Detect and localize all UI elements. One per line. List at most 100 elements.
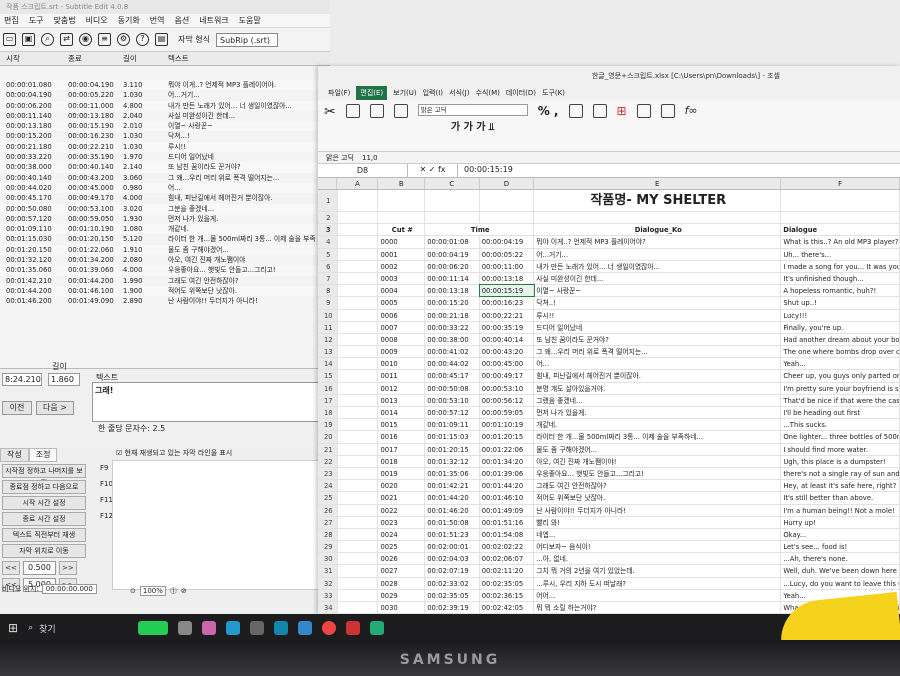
cut-number[interactable]: 0024	[378, 528, 426, 541]
time-end[interactable]: 00:00:40:14	[480, 333, 535, 346]
row-number[interactable]: 14	[318, 358, 338, 370]
excel-tab[interactable]: 데이터(D)	[506, 86, 536, 100]
header-dialogue-en[interactable]: Dialogue	[781, 224, 900, 236]
subtitle-row[interactable]: 00:00:50.080 00:00:53.100 3.020 그분을 좋겠네...	[0, 203, 330, 214]
cell[interactable]	[338, 370, 379, 382]
cell[interactable]	[338, 577, 379, 589]
cut-number[interactable]: 0025	[378, 541, 426, 553]
time-end[interactable]: 00:00:15:19	[478, 284, 536, 298]
dialogue-ko[interactable]: 그랬음 좋겠네...	[534, 394, 782, 406]
subtitle-row[interactable]: 00:00:11.140 00:00:13.180 2.040 사실 미완성이긴 한데…	[0, 111, 330, 121]
row-number[interactable]: 25	[318, 492, 338, 504]
dialogue-ko[interactable]: 물도 좀 구해야겠어...	[534, 443, 782, 455]
cell[interactable]	[338, 455, 379, 467]
header-dialogue-ko[interactable]: Dialogue_Ko	[534, 224, 782, 236]
time-end[interactable]: 00:00:04:19	[480, 236, 535, 248]
time-end[interactable]: 00:00:13:18	[480, 272, 535, 285]
format-select[interactable]: SubRip (.srt)	[215, 32, 278, 47]
filter-group[interactable]	[660, 104, 675, 147]
dialogue-en[interactable]: It's still better than above.	[781, 492, 900, 504]
cell[interactable]	[425, 212, 480, 224]
dialogue-ko[interactable]: ...아, 없네.	[534, 553, 782, 565]
time-start[interactable]: 00:01:35:06	[425, 467, 480, 480]
font-size-display[interactable]: 11,0	[362, 152, 378, 163]
dialogue-ko[interactable]: ...루시, 우리 지하 도시 떠날래?	[534, 577, 782, 589]
row-number[interactable]: 29	[318, 541, 338, 553]
cell[interactable]	[338, 248, 379, 260]
next-button[interactable]: 다음 >	[36, 401, 74, 415]
time-end[interactable]: 00:00:22:21	[480, 309, 535, 321]
row-number[interactable]: 16	[318, 382, 338, 394]
cut-number[interactable]: 0002	[378, 260, 426, 272]
dialogue-ko[interactable]: 루시!!	[534, 309, 782, 321]
excel-tab[interactable]: 입력(I)	[423, 86, 443, 100]
cut-number[interactable]: 0026	[378, 553, 426, 565]
time-end[interactable]: 00:00:45:00	[480, 358, 535, 370]
time-end[interactable]: 00:02:36:15	[480, 589, 535, 601]
time-start[interactable]: 00:00:04:19	[425, 248, 480, 260]
dialogue-ko[interactable]: 어...	[534, 358, 782, 370]
dialogue-ko[interactable]: 이열~ 사랑꾼~	[534, 285, 782, 297]
row-number[interactable]: 33	[318, 589, 338, 601]
cell[interactable]	[338, 321, 379, 333]
excel-tab[interactable]: 서식(J)	[449, 86, 469, 100]
row-number[interactable]: 15	[318, 370, 338, 382]
dialogue-en[interactable]: It's unfinished though...	[781, 272, 900, 285]
cut-number[interactable]: 0018	[378, 455, 426, 467]
step-forward-small-button[interactable]: >>	[58, 561, 77, 575]
dialogue-ko[interactable]: 어어...	[534, 589, 782, 601]
menu-item[interactable]: 동기화	[118, 14, 140, 27]
dialogue-en[interactable]: I'll be heading out first	[781, 407, 900, 419]
col-d[interactable]: D	[480, 178, 535, 189]
dialogue-ko[interactable]: 또 남친 꿈이라도 꾼거야?	[534, 333, 782, 346]
time-start[interactable]: 00:00:41:02	[425, 346, 480, 358]
cell[interactable]	[338, 553, 379, 565]
corner-cell[interactable]	[318, 178, 338, 189]
time-start[interactable]: 00:00:21:18	[425, 309, 480, 321]
subtitle-text-input[interactable]: 그래!	[92, 382, 328, 422]
cell[interactable]	[338, 285, 379, 297]
dialogue-en[interactable]: Shut up..!	[781, 297, 900, 309]
duration-input[interactable]: 1.860	[48, 373, 80, 386]
dialogue-ko[interactable]: 먼저 나가 있을게.	[534, 407, 782, 419]
row-number[interactable]: 34	[318, 602, 338, 614]
dialogue-en[interactable]: Ugh, this place is a dumpster!	[781, 455, 900, 467]
cell[interactable]	[338, 309, 379, 321]
cell[interactable]	[480, 212, 535, 224]
cell[interactable]	[338, 419, 379, 431]
cut-number[interactable]: 0019	[378, 467, 426, 480]
spreadsheet-icon[interactable]	[370, 621, 385, 635]
dialogue-en[interactable]: Finally, you're up.	[781, 321, 900, 333]
time-start[interactable]: 00:02:39:19	[425, 602, 480, 614]
paste-group[interactable]	[369, 104, 384, 147]
time-end[interactable]: 00:01:34:20	[480, 455, 535, 467]
row-number[interactable]: 32	[318, 577, 338, 589]
col-a[interactable]: A	[337, 178, 379, 189]
menu-item[interactable]: 네트워크	[199, 14, 228, 27]
taskbar-search[interactable]: ⌕ 찾기	[28, 622, 128, 635]
dialogue-ko[interactable]: 어...거기...	[534, 248, 782, 260]
dialogue-en[interactable]: Hey, at least it's safe here, right?	[781, 480, 900, 492]
font-style-icons[interactable]: 가 가 가 ⫫	[451, 118, 495, 133]
time-start[interactable]: 00:01:15:03	[425, 431, 480, 443]
cell[interactable]	[338, 589, 379, 601]
dialogue-en[interactable]: Well, duh. We've been down here for almo	[781, 565, 900, 577]
sync-button[interactable]: 종료점 정하고 다음으로	[2, 480, 86, 494]
cut-number[interactable]: 0022	[378, 504, 426, 516]
cell[interactable]	[338, 516, 379, 528]
cut-number[interactable]: 0007	[378, 321, 426, 333]
menu-item[interactable]: 번역	[150, 14, 165, 27]
excel-tab[interactable]: 보기(U)	[393, 86, 416, 100]
open-file-icon[interactable]: ▭	[3, 33, 16, 46]
loop-icon[interactable]: ⊘	[181, 587, 187, 595]
cell[interactable]	[338, 346, 379, 358]
copy-group[interactable]	[345, 104, 360, 147]
replace-icon[interactable]: ⇄	[60, 33, 73, 46]
row-number[interactable]: 22	[318, 455, 338, 467]
row-number[interactable]: 12	[318, 333, 338, 346]
time-start[interactable]: 00:00:33:22	[425, 321, 480, 333]
time-start[interactable]: 00:00:15:20	[425, 297, 480, 309]
time-end[interactable]: 00:02:35:05	[480, 577, 535, 589]
cut-number[interactable]: 0003	[378, 272, 426, 285]
widgets-icon[interactable]	[138, 621, 169, 635]
